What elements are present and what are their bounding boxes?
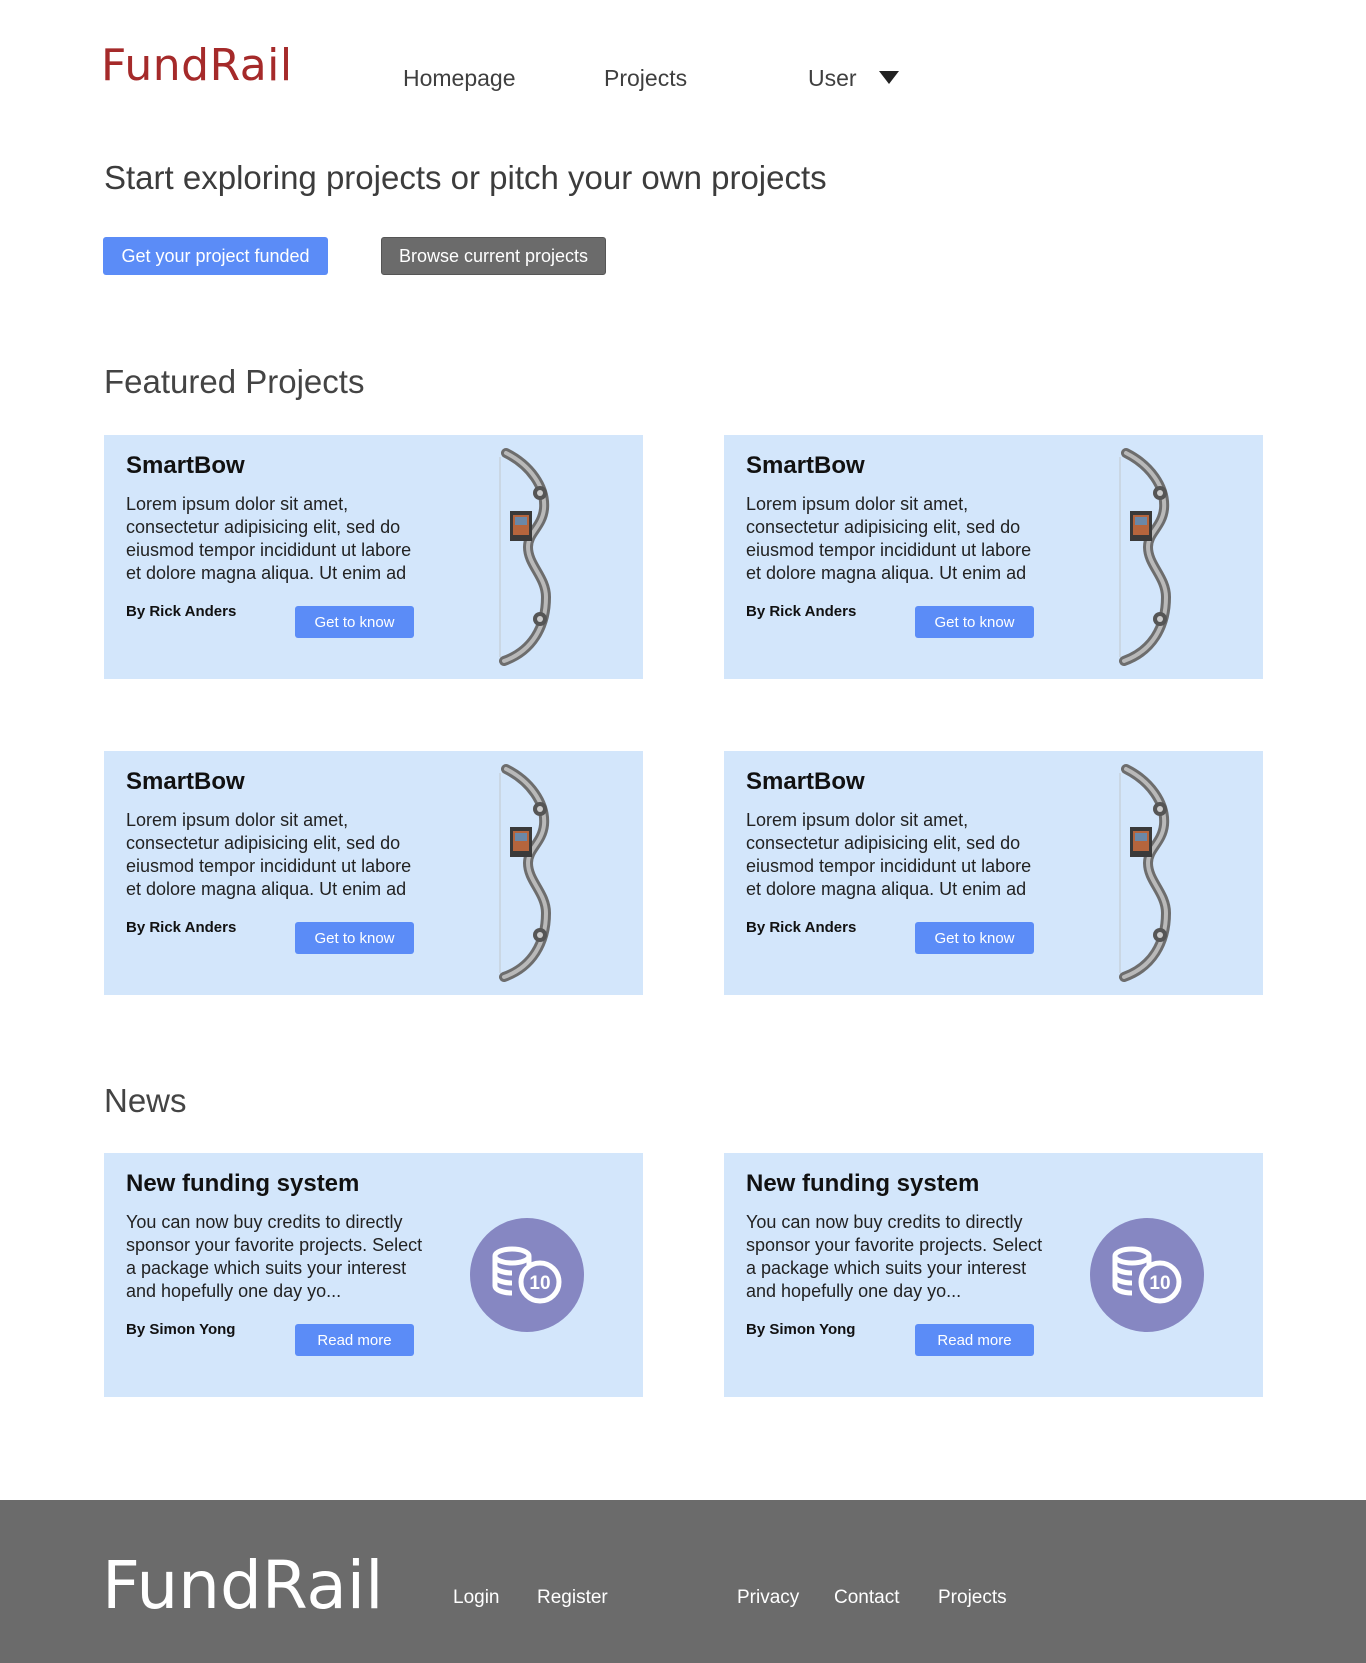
coin-value: 10 [529,1273,550,1294]
project-card: SmartBow Lorem ipsum dolor sit amet, cons… [724,751,1263,995]
featured-projects-title: Featured Projects [104,363,365,400]
nav-homepage[interactable]: Homepage [403,67,516,90]
get-to-know-button[interactable]: Get to know [915,606,1034,638]
project-card: SmartBow Lorem ipsum dolor sit amet, cons… [104,751,643,995]
nav-projects[interactable]: Projects [604,67,687,90]
card-author: By Simon Yong [126,1321,236,1338]
card-author: By Rick Anders [746,919,857,936]
card-author: By Simon Yong [746,1321,856,1338]
card-description: Lorem ipsum dolor sit amet, consectetur … [746,810,1032,899]
compound-bow-image [1108,763,1178,983]
card-description: Lorem ipsum dolor sit amet, consectetur … [126,494,412,583]
card-author: By Rick Anders [746,603,857,620]
card-description: Lorem ipsum dolor sit amet, consectetur … [746,494,1032,583]
footer-contact-link[interactable]: Contact [834,1588,899,1607]
card-description: Lorem ipsum dolor sit amet, consectetur … [126,810,412,899]
hero-headline: Start exploring projects or pitch your o… [104,159,827,196]
compound-bow-image [488,447,558,667]
footer-projects-link[interactable]: Projects [938,1588,1007,1607]
card-description: You can now buy credits to directly spon… [126,1212,423,1301]
brand-logo[interactable]: FundRail [101,44,293,88]
card-author: By Rick Anders [126,919,237,936]
card-title[interactable]: SmartBow [746,768,865,795]
coin-value: 10 [1149,1273,1170,1294]
compound-bow-image [1108,447,1178,667]
footer: FundRail Login Register Privacy Contact … [0,1500,1366,1663]
news-title: News [104,1082,187,1119]
card-description: You can now buy credits to directly spon… [746,1212,1043,1301]
footer-privacy-link[interactable]: Privacy [737,1588,799,1607]
footer-register-link[interactable]: Register [537,1588,608,1607]
read-more-button[interactable]: Read more [295,1324,414,1356]
news-card: New funding system You can now buy credit… [104,1153,643,1397]
card-title[interactable]: New funding system [126,1170,359,1197]
card-title[interactable]: SmartBow [126,452,245,479]
get-to-know-button[interactable]: Get to know [295,606,414,638]
browse-projects-button[interactable]: Browse current projects [381,237,606,275]
footer-login-link[interactable]: Login [453,1588,500,1607]
project-card: SmartBow Lorem ipsum dolor sit amet, cons… [104,435,643,679]
get-to-know-button[interactable]: Get to know [915,922,1034,954]
news-card: New funding system You can now buy credit… [724,1153,1263,1397]
chevron-down-icon [878,71,899,85]
read-more-button[interactable]: Read more [915,1324,1034,1356]
nav-user-menu[interactable]: User [808,67,899,90]
card-author: By Rick Anders [126,603,237,620]
card-title[interactable]: New funding system [746,1170,979,1197]
coins-icon: 10 [470,1218,584,1332]
get-to-know-button[interactable]: Get to know [295,922,414,954]
nav-user-label: User [808,65,857,91]
card-title[interactable]: SmartBow [746,452,865,479]
project-card: SmartBow Lorem ipsum dolor sit amet, cons… [724,435,1263,679]
coins-icon: 10 [1090,1218,1204,1332]
compound-bow-image [488,763,558,983]
card-title[interactable]: SmartBow [126,768,245,795]
footer-logo[interactable]: FundRail [102,1553,383,1619]
get-funded-button[interactable]: Get your project funded [103,237,328,275]
